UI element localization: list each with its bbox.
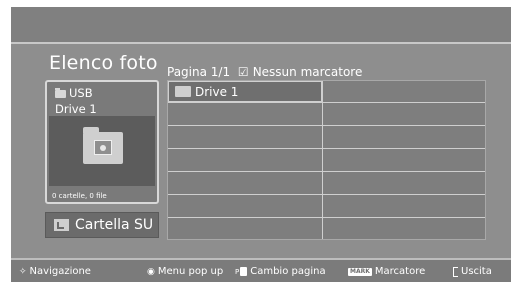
folder-icon xyxy=(175,86,191,97)
photo-thumbnail-icon xyxy=(94,140,112,155)
folder-stats: 0 cartelle, 0 file xyxy=(52,192,107,200)
top-band xyxy=(11,7,511,42)
marker-checkbox-icon: ☑ xyxy=(237,65,249,79)
grid-row-divider xyxy=(168,102,485,103)
device-header: USB xyxy=(55,87,93,100)
page-info: Pagina 1/1 ☑ Nessun marcatore xyxy=(167,65,362,79)
grid-column-divider xyxy=(322,81,323,239)
hint-menu-popup: ◉ Menu pop up xyxy=(147,266,223,277)
exit-button-icon xyxy=(453,266,458,277)
folder-preview xyxy=(49,116,155,186)
drive-label: Drive 1 xyxy=(55,102,97,116)
top-divider xyxy=(11,42,511,44)
grid-row-divider xyxy=(168,217,485,218)
hint-exit-label: Uscita xyxy=(461,266,492,277)
hint-page-change: P Cambio pagina xyxy=(235,266,326,277)
marker-status: Nessun marcatore xyxy=(252,65,363,79)
ok-button-icon: ◉ xyxy=(147,266,155,277)
hint-menu-popup-label: Menu pop up xyxy=(157,266,224,277)
grid-item-drive-1[interactable]: Drive 1 xyxy=(168,81,322,102)
page-title: Elenco foto xyxy=(49,52,158,74)
hint-marker: MARK Marcatore xyxy=(348,266,425,277)
grid-row-divider xyxy=(168,125,485,126)
hint-exit: Uscita xyxy=(453,266,492,277)
parent-folder-button[interactable]: Cartella SU xyxy=(45,212,159,238)
file-grid: Drive 1 xyxy=(167,80,486,240)
hint-navigation-label: Navigazione xyxy=(29,266,91,277)
parent-folder-label: Cartella SU xyxy=(75,217,154,233)
device-name: USB xyxy=(69,86,93,100)
page-key-letter: P xyxy=(235,267,240,276)
hint-navigation: ✧ Navigazione xyxy=(19,266,91,277)
hint-page-change-label: Cambio pagina xyxy=(250,266,326,277)
grid-row-divider xyxy=(168,171,485,172)
page-key-icon: P xyxy=(235,267,248,276)
hint-marker-label: Marcatore xyxy=(374,266,426,277)
usb-folder-icon xyxy=(55,88,66,98)
grid-item-label: Drive 1 xyxy=(195,84,239,99)
photo-folder-icon xyxy=(83,127,123,164)
page-rocker-icon xyxy=(240,267,248,276)
navigation-arrows-icon: ✧ xyxy=(19,266,27,277)
device-card[interactable]: USB Drive 1 0 cartelle, 0 file xyxy=(45,80,159,204)
photo-list-screen: Elenco foto Pagina 1/1 ☑ Nessun marcatore… xyxy=(11,7,511,282)
grid-row-divider xyxy=(168,194,485,195)
page-indicator: Pagina 1/1 xyxy=(167,65,231,79)
grid-row-divider xyxy=(168,148,485,149)
footer-hint-bar: ✧ Navigazione ◉ Menu pop up P Cambio pag… xyxy=(11,258,511,282)
mark-button-icon: MARK xyxy=(348,267,372,276)
folder-up-icon xyxy=(54,219,69,231)
